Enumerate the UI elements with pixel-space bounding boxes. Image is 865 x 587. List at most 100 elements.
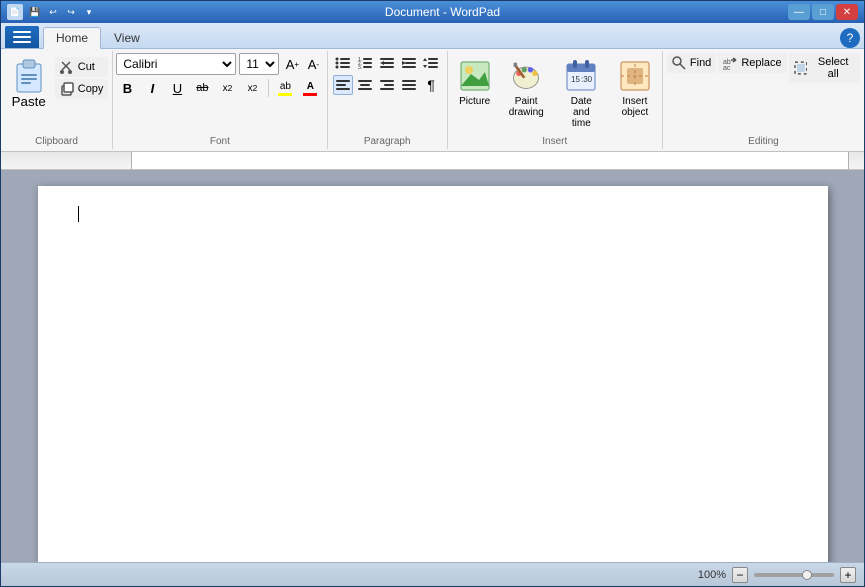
paint-drawing-button[interactable]: Paintdrawing	[502, 53, 551, 123]
align-left-button[interactable]	[333, 75, 353, 95]
bullets-icon	[335, 55, 351, 71]
increase-indent-icon	[401, 55, 417, 71]
highlight-color-bar	[278, 93, 292, 96]
strikethrough-button[interactable]: ab	[191, 77, 213, 99]
find-icon	[672, 56, 686, 70]
picture-label: Picture	[459, 96, 490, 107]
insert-object-label: Insertobject	[622, 96, 649, 118]
window-title: Document - WordPad	[97, 5, 788, 19]
zoom-in-button[interactable]: +	[840, 567, 856, 583]
zoom-thumb[interactable]	[802, 570, 812, 580]
align-center-button[interactable]	[355, 75, 375, 95]
align-right-icon	[379, 77, 395, 93]
paragraph-mark-button[interactable]: ¶	[421, 75, 441, 95]
clipboard-group-content: Paste Cut	[5, 53, 109, 134]
find-label: Find	[690, 57, 711, 69]
close-button[interactable]: ✕	[836, 4, 858, 20]
subscript-button[interactable]: x2	[216, 77, 238, 99]
quick-undo-button[interactable]: ↩	[45, 4, 61, 20]
font-row1: Calibri Arial Times New Roman 8 9 10 11 …	[116, 53, 323, 75]
justify-icon	[401, 77, 417, 93]
insert-object-button[interactable]: Insertobject	[612, 53, 658, 123]
zoom-out-button[interactable]: −	[732, 567, 748, 583]
decrease-indent-button[interactable]	[377, 53, 397, 73]
date-time-button[interactable]: 15 :30 Date andtime	[555, 53, 608, 134]
quick-dropdown-button[interactable]: ▾	[81, 4, 97, 20]
select-all-label: Select all	[811, 56, 855, 80]
maximize-button[interactable]: □	[812, 4, 834, 20]
copy-label: Copy	[78, 83, 104, 95]
paste-button[interactable]: Paste	[5, 53, 53, 114]
insert-object-icon	[619, 58, 651, 94]
document-area[interactable]	[1, 170, 864, 562]
paste-icon	[13, 58, 45, 94]
font-group: Calibri Arial Times New Roman 8 9 10 11 …	[113, 51, 328, 149]
quick-redo-button[interactable]: ↪	[63, 4, 79, 20]
underline-button[interactable]: U	[166, 77, 188, 99]
font-row2: B I U ab x2 x2 ab A	[116, 77, 321, 99]
title-bar-left: 📄 💾 ↩ ↪ ▾	[7, 4, 97, 20]
paragraph-group-content: 1. 2. 3.	[333, 53, 441, 134]
justify-button[interactable]	[399, 75, 419, 95]
select-all-button[interactable]: Select all	[789, 53, 860, 83]
bullets-button[interactable]	[333, 53, 353, 73]
help-button[interactable]: ?	[840, 28, 860, 48]
quick-save-button[interactable]: 💾	[27, 4, 43, 20]
find-button[interactable]: Find	[667, 53, 716, 73]
document-page[interactable]	[38, 186, 828, 562]
replace-label: Replace	[741, 57, 781, 69]
increase-indent-button[interactable]	[399, 53, 419, 73]
superscript-button[interactable]: x2	[241, 77, 263, 99]
clipboard-label: Clipboard	[5, 134, 108, 149]
wordpad-window: 📄 💾 ↩ ↪ ▾ Document - WordPad — □ ✕	[0, 0, 865, 587]
numbering-icon: 1. 2. 3.	[357, 55, 373, 71]
tab-view[interactable]: View	[101, 26, 153, 48]
font-size-buttons: A+ A-	[282, 54, 323, 74]
insert-group-content: Picture	[452, 53, 658, 134]
window-controls: — □ ✕	[788, 4, 858, 20]
cut-icon	[60, 60, 74, 74]
font-grow-button[interactable]: A+	[282, 54, 302, 74]
picture-button[interactable]: Picture	[452, 53, 498, 112]
status-bar: 100% − +	[1, 562, 864, 586]
minimize-button[interactable]: —	[788, 4, 810, 20]
replace-button[interactable]: ab ac Replace	[718, 53, 786, 73]
ribbon-tab-bar: Home View ?	[1, 23, 864, 49]
font-color-bar	[303, 93, 317, 96]
picture-icon	[459, 58, 491, 94]
copy-button[interactable]: Copy	[55, 79, 109, 99]
align-right-button[interactable]	[377, 75, 397, 95]
font-shrink-button[interactable]: A-	[303, 54, 323, 74]
decrease-indent-icon	[379, 55, 395, 71]
font-color-button[interactable]: A	[299, 77, 321, 99]
zoom-slider[interactable]	[754, 573, 834, 577]
line-spacing-button[interactable]	[421, 53, 441, 73]
paragraph-label: Paragraph	[332, 134, 443, 149]
font-label: Font	[117, 134, 323, 149]
svg-text:3.: 3.	[358, 65, 362, 71]
select-all-icon	[794, 61, 808, 75]
cut-button[interactable]: Cut	[55, 57, 109, 77]
ruler	[1, 152, 864, 170]
font-group-content: Calibri Arial Times New Roman 8 9 10 11 …	[116, 53, 323, 134]
paint-drawing-label: Paintdrawing	[509, 96, 544, 118]
highlight-button[interactable]: ab	[274, 77, 296, 99]
text-cursor	[78, 206, 79, 222]
font-family-select[interactable]: Calibri Arial Times New Roman	[116, 53, 236, 75]
numbering-button[interactable]: 1. 2. 3.	[355, 53, 375, 73]
para-row2: ¶	[333, 75, 441, 95]
italic-button[interactable]: I	[141, 77, 163, 99]
tab-home[interactable]: Home	[43, 27, 101, 49]
align-center-icon	[357, 77, 373, 93]
paste-label: Paste	[12, 94, 46, 109]
bold-button[interactable]: B	[116, 77, 138, 99]
cut-label: Cut	[78, 61, 95, 73]
svg-text::30: :30	[581, 75, 593, 84]
app-icon: 📄	[7, 4, 23, 20]
editing-group-content: Find ab ac Replace	[667, 53, 860, 134]
svg-text:15: 15	[571, 75, 580, 84]
editing-group: Find ab ac Replace	[663, 51, 864, 149]
file-menu-button[interactable]	[5, 26, 39, 48]
font-size-select[interactable]: 8 9 10 11 12 14 16	[239, 53, 279, 75]
ribbon: Home View ?	[1, 23, 864, 152]
